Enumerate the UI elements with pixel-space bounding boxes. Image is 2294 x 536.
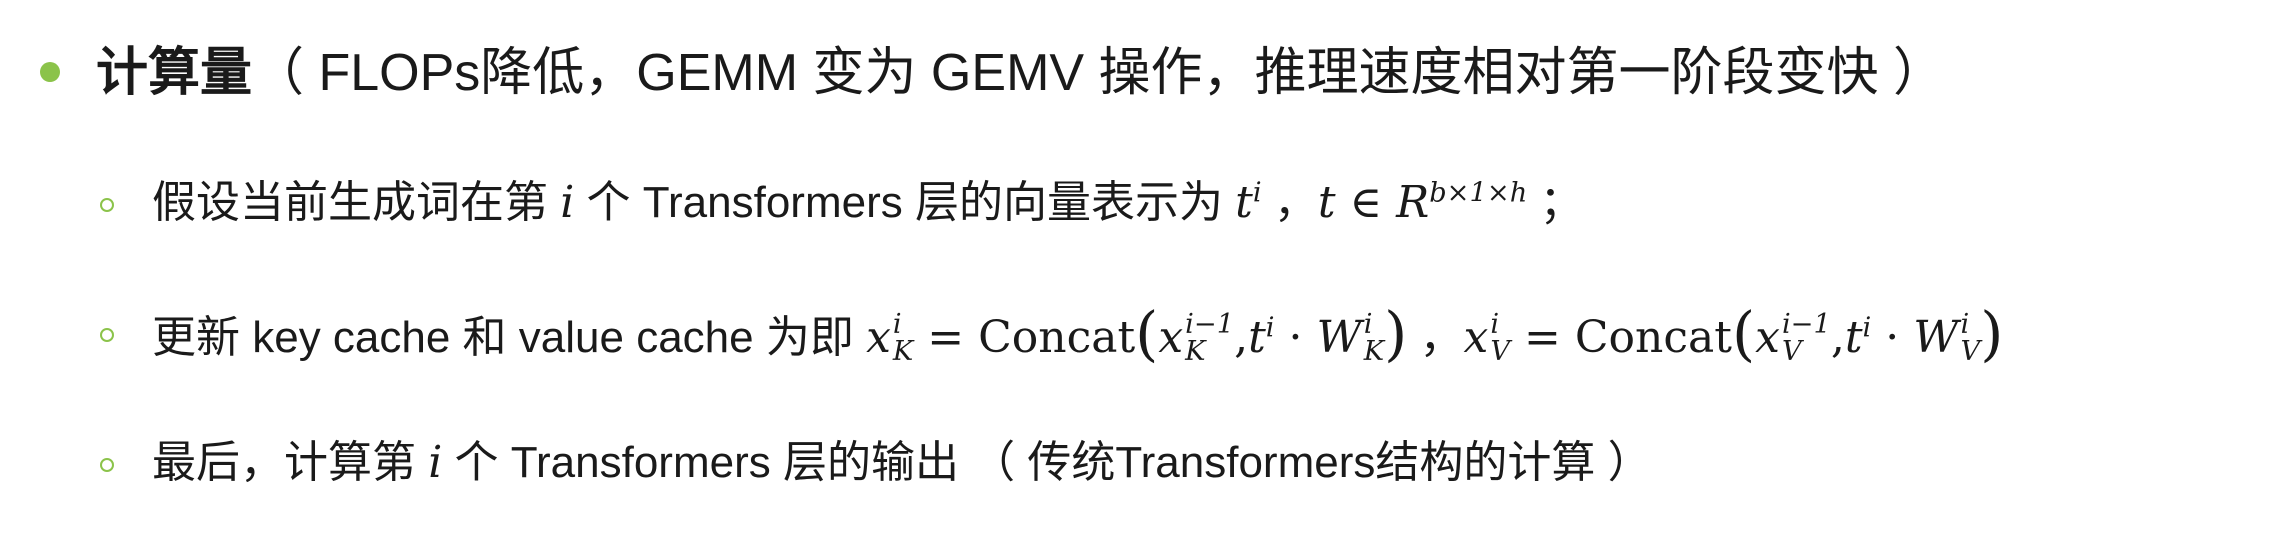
sb2-WV-scripts: iV — [1960, 311, 1980, 366]
sb2-mid-comma: ， — [1407, 313, 1464, 362]
sb2-xK: x — [866, 312, 891, 363]
sb2-xK-scripts: iK — [893, 311, 913, 366]
sb2-tK-sup: i — [1265, 312, 1275, 344]
sb2-sep2: , — [1830, 312, 1845, 363]
sub-bullet-2-text: 更新 key cache 和 value cache 为即 xiK = Conc… — [152, 293, 2003, 378]
sb2-xK-sup: i — [892, 309, 902, 341]
sb1-t2: t — [1317, 177, 1336, 228]
sb2-eq: = — [913, 312, 979, 363]
sb2-xK-sub: K — [892, 336, 914, 368]
sb2-xV2-scripts: i−1 V — [1782, 311, 1831, 366]
sb2-concat: Concat — [978, 312, 1136, 363]
main-description: （ FLOPs降低，GEMM 变为 GEMV 操作，推理速度相对第一阶段变快 ） — [252, 44, 1945, 102]
sb2-rp: ) — [1384, 300, 1408, 369]
sb1-var-i: i — [560, 177, 575, 228]
sb1-in: ∈ — [1335, 177, 1397, 228]
sb1-comma: ， — [1261, 178, 1318, 227]
sb2-tV-sup: i — [1862, 312, 1872, 344]
sb2-tK: t — [1248, 312, 1266, 363]
sb1-R-sup: b×1×h — [1429, 177, 1528, 209]
sb2-tV: t — [1844, 312, 1863, 363]
sb1-R: R — [1396, 177, 1430, 228]
sub-bullet-1-text: 假设当前生成词在第 i 个 Transformers 层的向量表示为 ti ，t… — [152, 163, 1584, 243]
sb1-t: t — [1235, 177, 1253, 228]
sb2-WV: W — [1913, 312, 1959, 363]
sb3-prefix: 最后，计算第 — [152, 438, 429, 487]
sub-bullet-icon — [100, 328, 114, 342]
sb2-WV-sup: i — [1960, 309, 1970, 341]
sb2-lp: ( — [1135, 300, 1159, 369]
main-bullet-text: 计算量（ FLOPs降低，GEMM 变为 GEMV 操作，推理速度相对第一阶段变… — [96, 28, 1945, 118]
sb1-mid: 个 Transformers 层的向量表示为 — [574, 178, 1236, 227]
sb2-xK2: x — [1158, 312, 1184, 363]
sb2-xK2-sup: i−1 — [1185, 309, 1235, 341]
sb2-xV2: x — [1755, 312, 1780, 363]
sb3-var-i: i — [428, 437, 443, 488]
sub-bullet-icon — [100, 458, 114, 472]
sb2-prefix: 更新 key cache 和 value cache 为即 — [152, 313, 867, 362]
sb2-WK-sup: i — [1363, 309, 1373, 341]
sb2-xV-scripts: iV — [1490, 311, 1510, 366]
sb2-sep: , — [1234, 312, 1249, 363]
sub-bullet-3-text: 最后，计算第 i 个 Transformers 层的输出 （ 传统Transfo… — [152, 423, 1652, 503]
sb1-suffix: ； — [1527, 178, 1584, 227]
sb2-xK2-scripts: i−1 K — [1185, 311, 1234, 366]
sb2-WK: W — [1316, 312, 1362, 363]
sb2-WK-scripts: iK — [1364, 311, 1384, 366]
main-heading: 计算量 — [96, 44, 253, 102]
sb2-dot2: · — [1871, 312, 1914, 363]
sb2-xV2-sub: V — [1781, 336, 1802, 368]
sb2-xV: x — [1463, 312, 1489, 363]
sb2-xV2-sup: i−1 — [1781, 309, 1831, 341]
bullet-dot-icon — [40, 62, 60, 82]
sub-bullet-icon — [100, 198, 114, 212]
sb2-dot: · — [1274, 312, 1317, 363]
sb2-rp2: ) — [1980, 300, 2004, 369]
sb2-lp2: ( — [1731, 300, 1756, 369]
sb1-prefix: 假设当前生成词在第 — [152, 178, 561, 227]
sb2-eq2: = — [1510, 312, 1575, 363]
sb2-xK2-sub: K — [1185, 336, 1206, 368]
sb2-xV-sup: i — [1490, 309, 1500, 341]
sb1-t-sup: i — [1252, 177, 1262, 209]
sb2-WV-sub: V — [1960, 336, 1981, 368]
sb3-suffix: 个 Transformers 层的输出 （ 传统Transformers结构的计… — [442, 438, 1652, 487]
sb2-concat2: Concat — [1574, 312, 1732, 363]
sb2-WK-sub: K — [1363, 336, 1385, 368]
sb2-xV-sub: V — [1490, 336, 1511, 368]
